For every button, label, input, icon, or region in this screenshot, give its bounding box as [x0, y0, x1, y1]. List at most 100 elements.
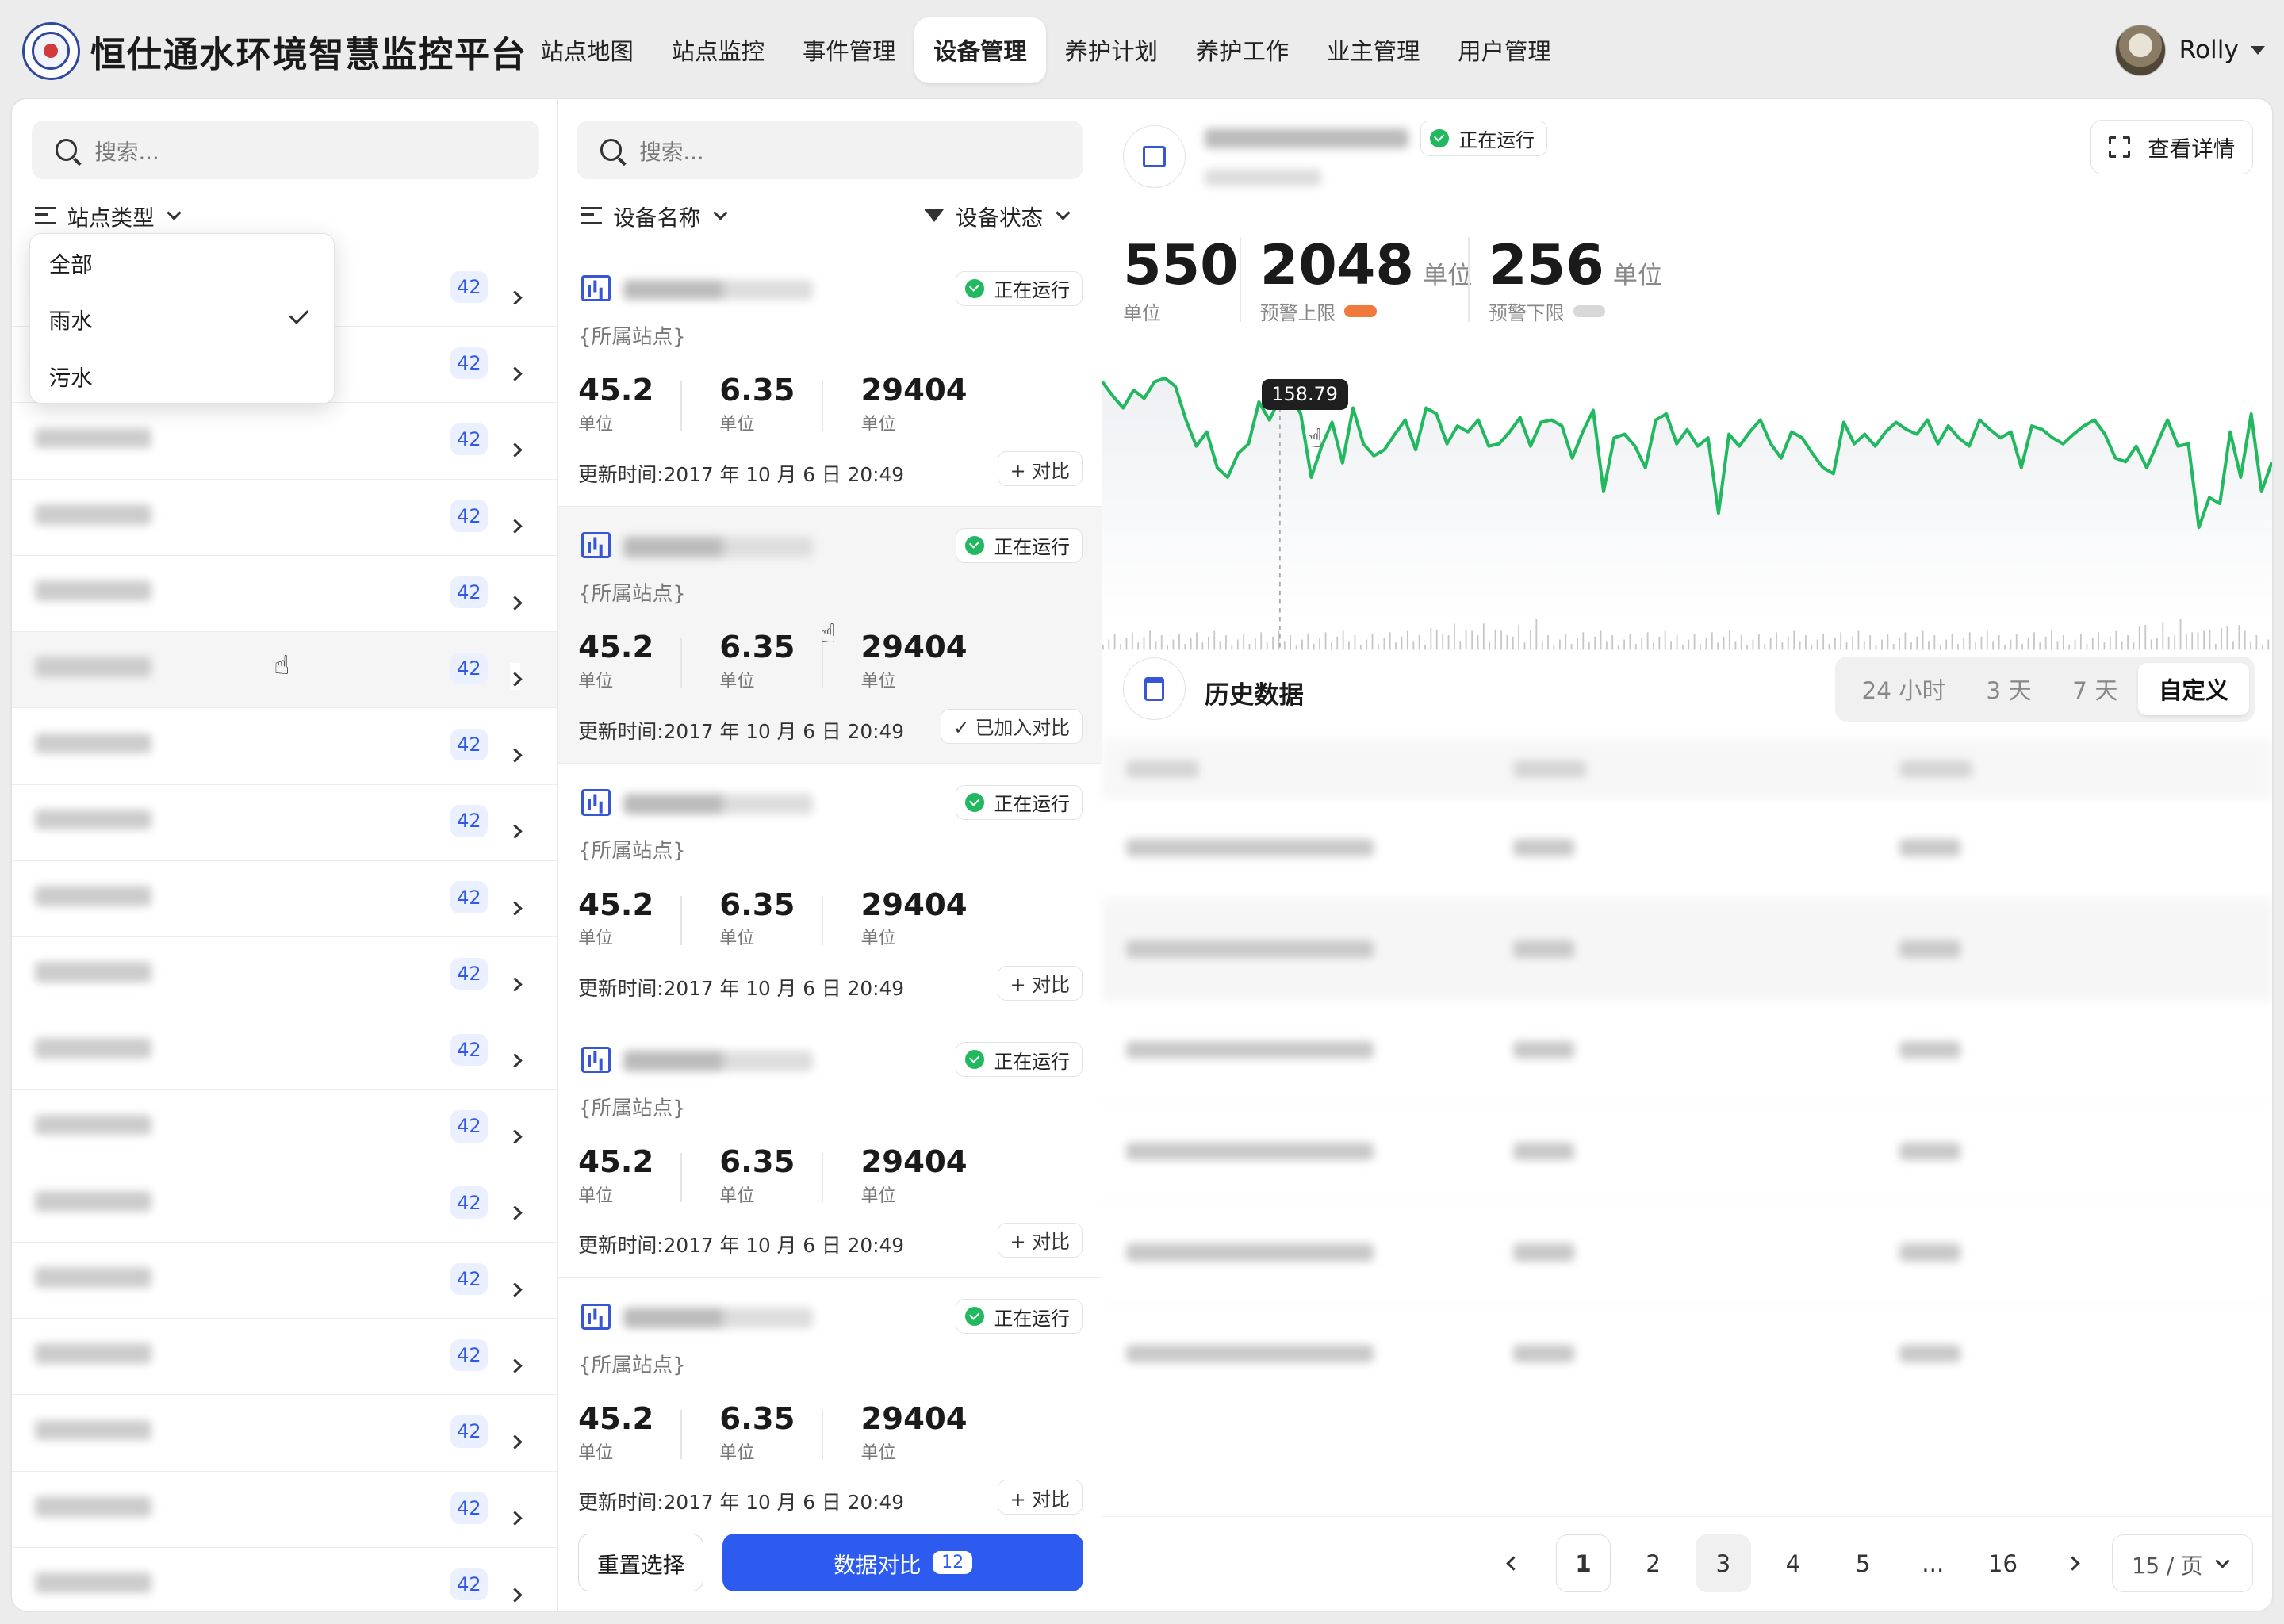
station-row[interactable]: 42	[11, 937, 557, 1014]
dropdown-option-all[interactable]: 全部	[30, 234, 335, 291]
user-menu[interactable]: Rolly	[2114, 25, 2265, 76]
reset-selection-button[interactable]: 重置选择	[578, 1534, 704, 1592]
device-card[interactable]: 正在运行 {所属站点} 45.2 单位 6.35 单位 29404 单位 更新时间:2017 年…	[558, 250, 1102, 508]
page-3[interactable]: 3	[1695, 1534, 1751, 1593]
table-row[interactable]	[1102, 899, 2273, 1001]
caret-down-icon	[2250, 45, 2265, 55]
station-row[interactable]: 42	[11, 480, 557, 556]
trend-chart[interactable]: 158.79 ☝	[1101, 332, 2273, 653]
page-size-select[interactable]: 15 / 页	[2112, 1534, 2254, 1593]
device-card[interactable]: 正在运行 {所属站点} 45.2 单位 6.35 单位 29404 单位 更新时间:2017 年…	[558, 1021, 1102, 1278]
station-row[interactable]: 42	[11, 1319, 557, 1396]
station-row[interactable]: 42	[11, 403, 557, 480]
page-1[interactable]: 1	[1555, 1534, 1611, 1593]
range-custom[interactable]: 自定义	[2138, 662, 2249, 715]
station-row[interactable]: 42	[11, 861, 557, 938]
volume-bar	[1389, 632, 1392, 650]
metric-unit: 单位	[719, 929, 755, 949]
next-page-button[interactable]	[2045, 1534, 2101, 1592]
view-details-button[interactable]: 查看详情	[2090, 119, 2254, 175]
station-row[interactable]: 42	[11, 708, 557, 785]
device-chart-icon	[581, 789, 611, 816]
range-3d[interactable]: 3 天	[1966, 663, 2052, 715]
volume-bar	[1178, 633, 1181, 650]
add-compare-button[interactable]: + 对比	[997, 965, 1083, 1001]
add-compare-button[interactable]: + 对比	[997, 1480, 1083, 1515]
table-row[interactable]	[1102, 1101, 2273, 1204]
station-row[interactable]: 42	[11, 785, 557, 861]
tab-user-management[interactable]: 用户管理	[1439, 17, 1569, 83]
dropdown-option-sewage[interactable]: 污水	[30, 347, 335, 404]
add-compare-button[interactable]: ✓ 已加入对比	[941, 708, 1083, 744]
device-status-filter[interactable]: 设备状态	[925, 200, 1071, 232]
station-row[interactable]: 42	[11, 1013, 557, 1090]
device-card[interactable]: 正在运行 {所属站点} 45.2 单位 6.35 单位 29404 单位 更新时间:2017 年…	[558, 1278, 1102, 1535]
volume-bar	[1378, 643, 1380, 650]
device-card[interactable]: 正在运行 {所属站点} 45.2 单位 6.35 单位 29404 单位 更新时间:2017 年…	[558, 764, 1102, 1021]
volume-bar	[1102, 645, 1105, 650]
device-name-sort[interactable]: 设备名称	[581, 200, 728, 232]
device-count-badge: 42	[450, 1110, 489, 1143]
station-row[interactable]: 42	[11, 1166, 557, 1243]
station-name-redacted	[35, 1038, 151, 1059]
page-ellipsis[interactable]: ...	[1905, 1534, 1960, 1592]
station-row[interactable]: 42	[11, 1090, 557, 1166]
station-row[interactable]: 42	[12, 1548, 557, 1611]
metric-1: 45.2 单位	[578, 1401, 653, 1464]
data-compare-button[interactable]: 数据对比 12	[722, 1534, 1084, 1592]
page-16[interactable]: 16	[1976, 1534, 2031, 1592]
tab-maintenance-work[interactable]: 养护工作	[1177, 17, 1308, 83]
station-row[interactable]: 42	[11, 1243, 557, 1320]
chevron-right-icon	[2065, 1556, 2080, 1571]
tab-maintenance-plan[interactable]: 养护计划	[1046, 17, 1177, 83]
volume-bar	[1811, 645, 1813, 650]
table-row[interactable]	[1102, 1304, 2272, 1406]
chevron-right-icon	[508, 1350, 523, 1377]
station-search-input[interactable]: 搜索...	[32, 121, 539, 179]
metric-3: 29404 单位	[860, 630, 967, 692]
volume-bar	[2250, 641, 2252, 650]
stat-lower-limit: 256 单位 预警下限	[1489, 233, 1662, 325]
device-count-badge: 42	[450, 1033, 489, 1067]
chevron-right-icon	[508, 815, 523, 842]
page-2[interactable]: 2	[1626, 1534, 1681, 1592]
tab-station-map[interactable]: 站点地图	[522, 17, 653, 83]
prev-page-button[interactable]	[1485, 1534, 1541, 1592]
station-row[interactable]: 42	[11, 1472, 557, 1548]
volume-bar	[2028, 638, 2029, 650]
tab-event-management[interactable]: 事件管理	[784, 17, 914, 83]
tab-owner-management[interactable]: 业主管理	[1308, 17, 1439, 83]
range-24h[interactable]: 24 小时	[1841, 663, 1966, 715]
status-badge: 正在运行	[955, 527, 1083, 563]
add-compare-button[interactable]: + 对比	[997, 451, 1083, 487]
sort-icon	[581, 206, 602, 224]
station-name-redacted	[35, 1572, 151, 1593]
volume-bar	[1963, 638, 1965, 650]
device-count-badge: 42	[450, 500, 489, 532]
tab-device-management[interactable]: 设备管理	[914, 17, 1046, 83]
table-row[interactable]	[1102, 798, 2273, 900]
page-5[interactable]: 5	[1835, 1534, 1891, 1592]
dropdown-option-rain[interactable]: 雨水	[30, 290, 335, 347]
add-compare-button[interactable]: + 对比	[997, 1222, 1083, 1258]
volume-bar	[2080, 633, 2083, 650]
station-name-redacted	[35, 1114, 151, 1136]
updated-time: 更新时间:2017 年 10 月 6 日 20:49	[578, 1234, 905, 1258]
volume-bar	[1184, 643, 1186, 650]
device-site: {所属站点}	[578, 839, 686, 864]
volume-bar	[2098, 632, 2100, 650]
range-7d[interactable]: 7 天	[2052, 663, 2139, 715]
volume-bar	[1611, 634, 1614, 650]
station-type-sort[interactable]: 站点类型	[35, 200, 182, 232]
volume-bar	[1980, 636, 1983, 650]
volume-bar	[1220, 641, 1221, 650]
station-row[interactable]: 42	[11, 556, 557, 633]
volume-bar	[1910, 642, 1913, 650]
tab-station-monitor[interactable]: 站点监控	[653, 17, 784, 83]
volume-bar	[2056, 641, 2059, 650]
table-row[interactable]	[1102, 1001, 2273, 1102]
station-row[interactable]: 42	[11, 1395, 557, 1472]
table-row[interactable]	[1102, 1203, 2273, 1304]
page-4[interactable]: 4	[1765, 1534, 1821, 1592]
device-search-input[interactable]: 搜索...	[577, 121, 1084, 179]
